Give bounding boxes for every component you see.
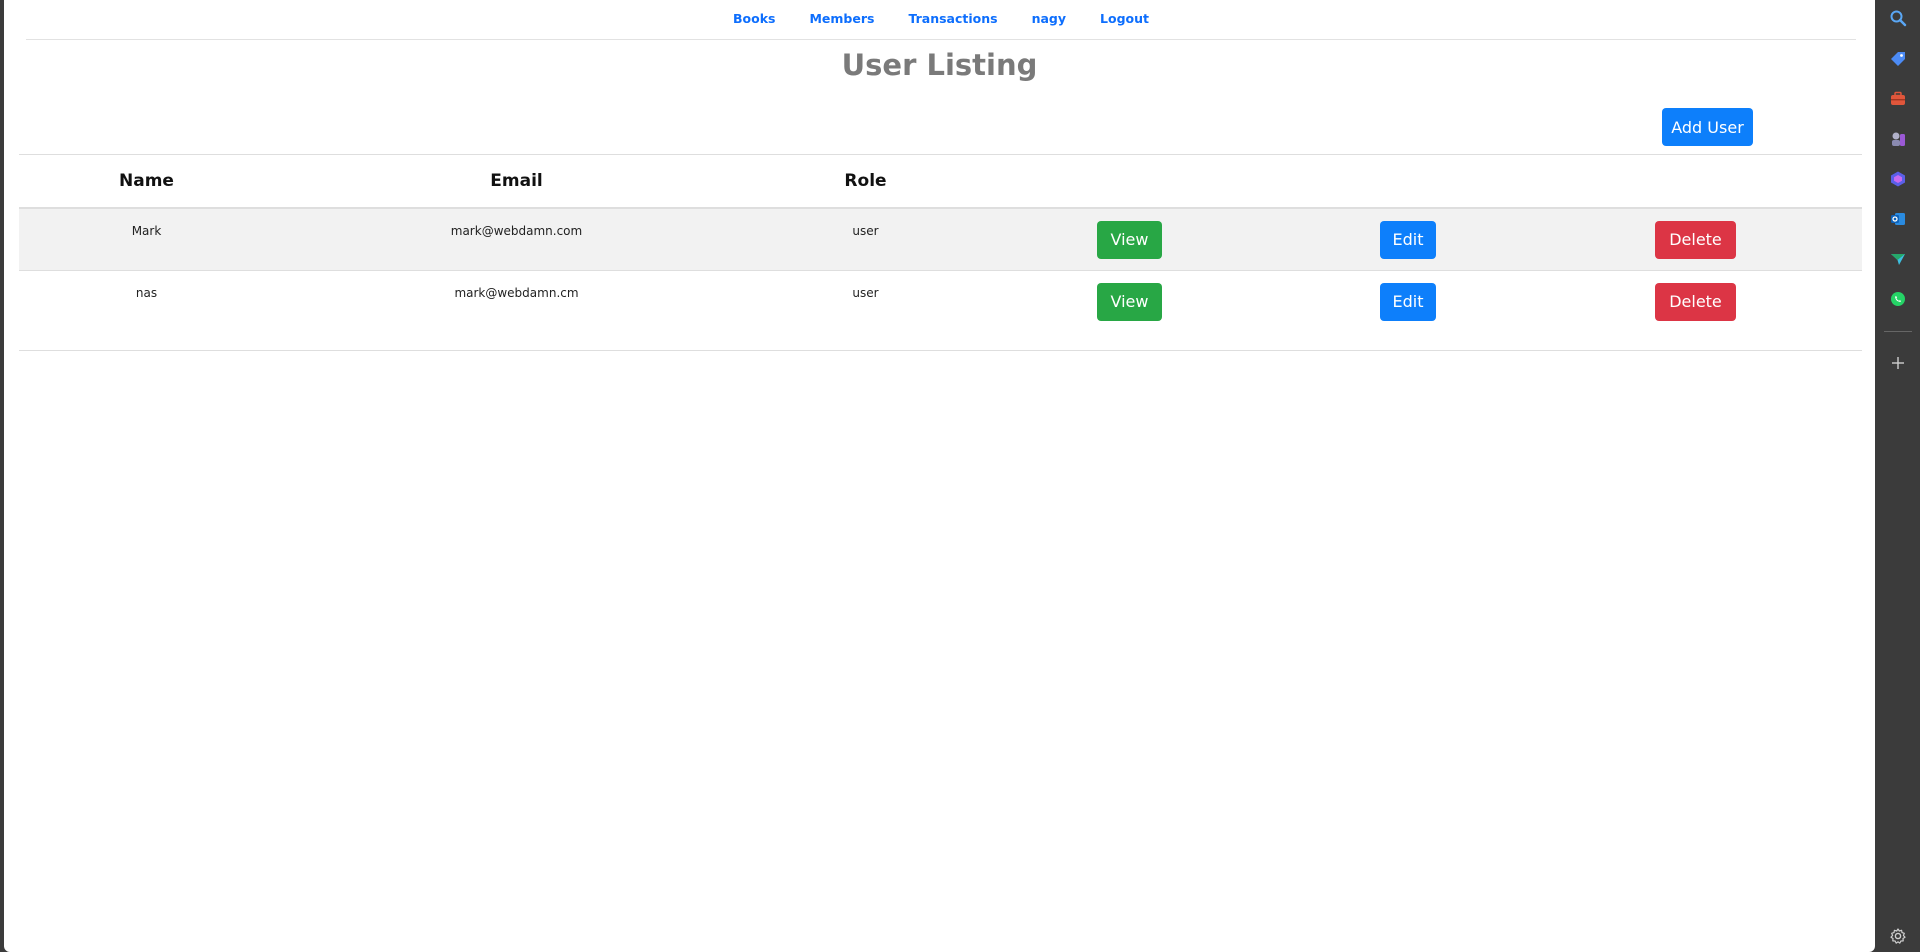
column-header-name: Name (119, 170, 174, 191)
settings-icon[interactable] (1887, 925, 1909, 947)
table-row: Mark mark@webdamn.com user View Edit Del… (19, 207, 1862, 271)
column-header-view (972, 155, 1287, 208)
cell-delete: Delete (1529, 271, 1862, 351)
user-table-container: Name Email Role Mark mark@webdamn.com us… (19, 154, 1862, 351)
cell-view: View (972, 208, 1287, 271)
cell-edit: Edit (1287, 271, 1529, 351)
table-body: Mark mark@webdamn.com user View Edit Del… (19, 207, 1862, 351)
nav-link-transactions[interactable]: Transactions (891, 11, 1014, 26)
nav-link-user[interactable]: nagy (1015, 11, 1083, 26)
table-row: nas mark@webdamn.cm user View Edit Delet… (19, 271, 1862, 351)
cell-email: mark@webdamn.com (450, 223, 583, 238)
briefcase-icon[interactable] (1887, 88, 1909, 110)
cell-role: user (852, 223, 879, 238)
tag-icon[interactable] (1887, 48, 1909, 70)
chess-icon[interactable] (1887, 128, 1909, 150)
whatsapp-icon[interactable] (1887, 288, 1909, 310)
nav-link-books[interactable]: Books (716, 11, 792, 26)
search-icon[interactable] (1887, 7, 1909, 29)
delete-button[interactable]: Delete (1655, 283, 1736, 321)
edit-button[interactable]: Edit (1379, 283, 1437, 321)
browser-viewport: Books Members Transactions nagy Logout U… (4, 0, 1875, 952)
sidebar-divider (1884, 331, 1912, 332)
user-table: Name Email Role Mark mark@webdamn.com us… (19, 154, 1862, 351)
nav-link-logout[interactable]: Logout (1083, 11, 1166, 26)
edit-button[interactable]: Edit (1379, 220, 1437, 259)
top-navigation: Books Members Transactions nagy Logout (26, 0, 1856, 40)
column-header-role: Role (844, 170, 887, 191)
column-header-email: Email (490, 170, 543, 191)
add-user-button[interactable]: Add User (1662, 108, 1753, 146)
page-title: User Listing (841, 48, 1038, 82)
cell-name: Mark (131, 223, 162, 238)
view-button[interactable]: View (1096, 283, 1163, 321)
cell-role: user (852, 286, 879, 300)
add-icon[interactable] (1887, 352, 1909, 374)
outlook-icon[interactable] (1887, 208, 1909, 230)
column-header-delete (1529, 155, 1862, 208)
view-button[interactable]: View (1096, 220, 1163, 259)
cell-email: mark@webdamn.cm (454, 286, 579, 300)
send-icon[interactable] (1887, 248, 1909, 270)
cell-view: View (972, 271, 1287, 351)
copilot-icon[interactable] (1887, 168, 1909, 190)
delete-button[interactable]: Delete (1655, 220, 1736, 259)
cell-edit: Edit (1287, 208, 1529, 271)
browser-sidebar (1875, 0, 1920, 952)
cell-delete: Delete (1529, 208, 1862, 271)
table-header-row: Name Email Role (19, 154, 1862, 208)
table-header: Name Email Role (19, 154, 1862, 208)
column-header-edit (1287, 155, 1529, 208)
nav-link-members[interactable]: Members (792, 11, 891, 26)
cell-name: nas (135, 286, 158, 300)
